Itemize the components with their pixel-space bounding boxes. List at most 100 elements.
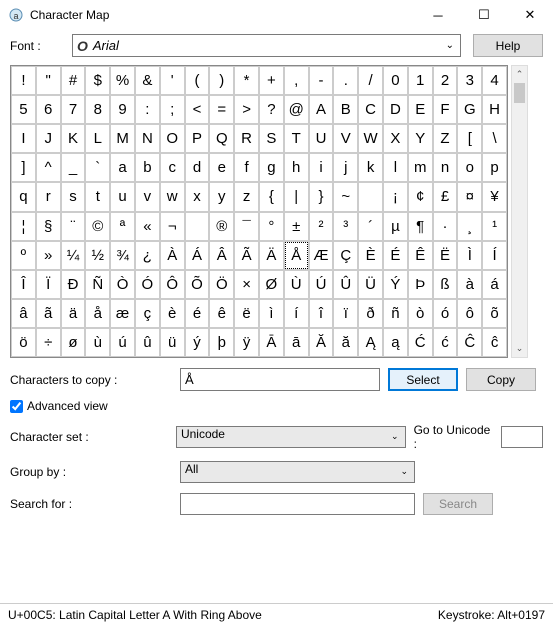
grid-cell[interactable]: \	[482, 124, 507, 153]
grid-cell[interactable]: Ă	[309, 328, 334, 357]
grid-cell[interactable]: M	[110, 124, 135, 153]
grid-cell[interactable]: a	[110, 153, 135, 182]
grid-cell[interactable]: ¶	[408, 212, 433, 241]
grid-cell[interactable]: 2	[433, 66, 458, 95]
grid-cell[interactable]: Ï	[36, 270, 61, 299]
grid-cell[interactable]: Ā	[259, 328, 284, 357]
grid-cell[interactable]: á	[482, 270, 507, 299]
grid-cell[interactable]: ,	[284, 66, 309, 95]
grid-cell[interactable]: q	[11, 182, 36, 211]
grid-cell[interactable]: :	[135, 95, 160, 124]
help-button[interactable]: Help	[473, 34, 543, 57]
grid-cell[interactable]	[358, 182, 383, 211]
grid-cell[interactable]: ¨	[61, 212, 86, 241]
grid-cell[interactable]: k	[358, 153, 383, 182]
grid-cell[interactable]: >	[234, 95, 259, 124]
grid-cell[interactable]: D	[383, 95, 408, 124]
copy-button[interactable]: Copy	[466, 368, 536, 391]
grid-cell[interactable]: Á	[185, 241, 210, 270]
grid-cell[interactable]: h	[284, 153, 309, 182]
grid-cell[interactable]: Ñ	[85, 270, 110, 299]
grid-cell[interactable]: ă	[333, 328, 358, 357]
grid-cell[interactable]: L	[85, 124, 110, 153]
characters-to-copy-input[interactable]	[180, 368, 380, 391]
grid-cell[interactable]: ç	[135, 299, 160, 328]
grid-cell[interactable]: W	[358, 124, 383, 153]
grid-cell[interactable]: +	[259, 66, 284, 95]
grid-cell[interactable]: C	[358, 95, 383, 124]
grid-cell[interactable]: ³	[333, 212, 358, 241]
grid-cell[interactable]: Ä	[259, 241, 284, 270]
grid-cell[interactable]: X	[383, 124, 408, 153]
grid-cell[interactable]: è	[160, 299, 185, 328]
grid-cell[interactable]: ô	[457, 299, 482, 328]
grid-cell[interactable]: =	[209, 95, 234, 124]
select-button[interactable]: Select	[388, 368, 458, 391]
grid-cell[interactable]: Î	[11, 270, 36, 299]
grid-cell[interactable]: «	[135, 212, 160, 241]
grid-cell[interactable]: r	[36, 182, 61, 211]
grid-cell[interactable]: ±	[284, 212, 309, 241]
grid-cell[interactable]: `	[85, 153, 110, 182]
grid-cell[interactable]: ¥	[482, 182, 507, 211]
grid-cell[interactable]: 3	[457, 66, 482, 95]
grid-cell[interactable]: §	[36, 212, 61, 241]
grid-cell[interactable]: y	[209, 182, 234, 211]
grid-cell[interactable]: )	[209, 66, 234, 95]
grid-cell[interactable]: ¸	[457, 212, 482, 241]
grid-cell[interactable]: ë	[234, 299, 259, 328]
group-select[interactable]: All ⌄	[180, 461, 415, 483]
grid-cell[interactable]: ï	[333, 299, 358, 328]
scroll-up-icon[interactable]: ⌃	[512, 66, 527, 83]
grid-cell[interactable]: |	[284, 182, 309, 211]
grid-cell[interactable]: ½	[85, 241, 110, 270]
grid-cell[interactable]: à	[457, 270, 482, 299]
grid-cell[interactable]: Ò	[110, 270, 135, 299]
grid-cell[interactable]: »	[36, 241, 61, 270]
grid-cell[interactable]: ö	[11, 328, 36, 357]
grid-cell[interactable]: G	[457, 95, 482, 124]
grid-cell[interactable]: b	[135, 153, 160, 182]
grid-cell[interactable]: Ì	[457, 241, 482, 270]
grid-cell[interactable]: Ú	[309, 270, 334, 299]
grid-cell[interactable]: 7	[61, 95, 86, 124]
grid-cell[interactable]: ª	[110, 212, 135, 241]
grid-cell[interactable]: ü	[160, 328, 185, 357]
grid-cell[interactable]: ¦	[11, 212, 36, 241]
grid-cell[interactable]: Õ	[185, 270, 210, 299]
grid-cell[interactable]: A	[309, 95, 334, 124]
grid-cell[interactable]: H	[482, 95, 507, 124]
grid-cell[interactable]: Ć	[408, 328, 433, 357]
grid-cell[interactable]: Y	[408, 124, 433, 153]
grid-cell[interactable]: ú	[110, 328, 135, 357]
grid-cell[interactable]: î	[309, 299, 334, 328]
grid-cell[interactable]: ÷	[36, 328, 61, 357]
grid-cell[interactable]: Ù	[284, 270, 309, 299]
grid-cell[interactable]: Û	[333, 270, 358, 299]
grid-cell[interactable]: Ý	[383, 270, 408, 299]
grid-cell[interactable]: ý	[185, 328, 210, 357]
goto-unicode-input[interactable]	[501, 426, 543, 448]
grid-cell[interactable]: þ	[209, 328, 234, 357]
grid-cell[interactable]: 1	[408, 66, 433, 95]
grid-cell[interactable]: ð	[358, 299, 383, 328]
grid-cell[interactable]: ®	[209, 212, 234, 241]
grid-cell[interactable]: I	[11, 124, 36, 153]
grid-cell[interactable]: U	[309, 124, 334, 153]
grid-cell[interactable]: 8	[85, 95, 110, 124]
grid-cell[interactable]: ø	[61, 328, 86, 357]
grid-cell[interactable]: º	[11, 241, 36, 270]
grid-cell[interactable]: ā	[284, 328, 309, 357]
grid-cell[interactable]: õ	[482, 299, 507, 328]
grid-scrollbar[interactable]: ⌃ ⌄	[511, 65, 528, 358]
grid-cell[interactable]: !	[11, 66, 36, 95]
grid-cell[interactable]: K	[61, 124, 86, 153]
grid-cell[interactable]: R	[234, 124, 259, 153]
grid-cell[interactable]: N	[135, 124, 160, 153]
grid-cell[interactable]: }	[309, 182, 334, 211]
grid-cell[interactable]: Ĉ	[457, 328, 482, 357]
grid-cell[interactable]: g	[259, 153, 284, 182]
grid-cell[interactable]: V	[333, 124, 358, 153]
grid-cell[interactable]: ê	[209, 299, 234, 328]
grid-cell[interactable]: ~	[333, 182, 358, 211]
